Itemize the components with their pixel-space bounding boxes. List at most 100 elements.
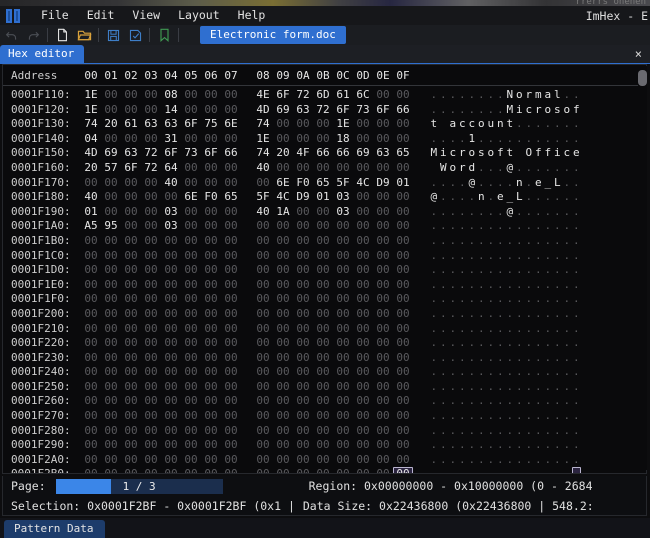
hex-byte-cell[interactable]: 00 [81,438,101,453]
hex-byte-cell[interactable]: 00 [121,380,141,395]
ascii-cell[interactable]: . [496,219,506,234]
row-bytes[interactable]: 40000000006EF0655F4CD90103000000 [81,190,413,205]
ascii-cell[interactable]: . [524,307,534,322]
ascii-cell[interactable]: . [496,292,506,307]
ascii-cell[interactable]: . [486,394,496,409]
ascii-cell[interactable]: . [562,351,572,366]
ascii-cell[interactable]: . [572,365,582,380]
hex-row[interactable]: 0001F260:0000000000000000000000000000000… [3,394,646,409]
hex-byte-cell[interactable]: 00 [273,132,293,147]
hex-byte-cell[interactable]: 00 [333,161,353,176]
hex-byte-cell[interactable]: 00 [373,394,393,409]
ascii-cell[interactable]: . [543,205,553,220]
ascii-cell[interactable]: . [477,394,487,409]
hex-byte-cell[interactable]: 00 [141,132,161,147]
row-bytes[interactable]: 00000000000000000000000000000000 [81,292,413,307]
ascii-cell[interactable]: . [486,219,496,234]
ascii-cell[interactable]: . [505,219,515,234]
hex-byte-cell[interactable]: 69 [101,146,121,161]
hex-byte-cell[interactable]: 00 [121,219,141,234]
hex-byte-cell[interactable]: 00 [141,351,161,366]
ascii-cell[interactable]: . [515,424,525,439]
hex-byte-cell[interactable]: 74 [253,117,273,132]
ascii-cell[interactable]: . [505,249,515,264]
ascii-cell[interactable]: . [458,336,468,351]
ascii-cell[interactable]: . [562,365,572,380]
ascii-cell[interactable]: . [429,322,439,337]
hex-byte-cell[interactable]: 4D [253,103,273,118]
ascii-cell[interactable]: . [553,351,563,366]
hex-byte-cell[interactable]: 00 [393,322,413,337]
hex-byte-cell[interactable]: 00 [293,453,313,468]
ascii-cell[interactable]: . [486,380,496,395]
ascii-cell[interactable]: M [429,146,439,161]
ascii-cell[interactable]: . [534,278,544,293]
ascii-cell[interactable]: . [477,234,487,249]
ascii-cell[interactable]: . [534,249,544,264]
ascii-cell[interactable]: . [448,424,458,439]
hex-byte-cell[interactable]: 00 [141,380,161,395]
ascii-cell[interactable]: . [429,307,439,322]
ascii-cell[interactable]: . [429,438,439,453]
hex-byte-cell[interactable]: 00 [253,234,273,249]
hex-byte-cell[interactable]: 00 [121,394,141,409]
hex-byte-cell[interactable]: 00 [161,278,181,293]
hex-byte-cell[interactable]: 00 [313,219,333,234]
ascii-cell[interactable]: . [496,424,506,439]
ascii-cell[interactable]: . [496,205,506,220]
ascii-cell[interactable]: . [448,103,458,118]
hex-byte-cell[interactable]: 6F [201,146,221,161]
ascii-cell[interactable]: . [496,365,506,380]
ascii-cell[interactable]: . [458,438,468,453]
ascii-cell[interactable]: i [553,146,563,161]
hex-byte-cell[interactable]: 00 [333,365,353,380]
hex-byte-cell[interactable]: 00 [221,278,241,293]
hex-byte-cell[interactable]: 4D [81,146,101,161]
ascii-cell[interactable]: . [429,249,439,264]
hex-byte-cell[interactable]: 00 [121,409,141,424]
ascii-cell[interactable]: . [439,278,449,293]
ascii-cell[interactable]: . [515,453,525,468]
ascii-cell[interactable]: . [467,351,477,366]
ascii-cell[interactable]: . [448,263,458,278]
hex-byte-cell[interactable]: 00 [101,365,121,380]
hex-byte-cell[interactable]: 00 [313,336,333,351]
ascii-cell[interactable]: . [429,234,439,249]
ascii-cell[interactable]: . [496,249,506,264]
ascii-cell[interactable]: M [505,103,515,118]
ascii-cell[interactable]: . [562,132,572,147]
ascii-cell[interactable]: . [439,394,449,409]
row-ascii[interactable]: ................ [429,219,581,234]
hex-byte-cell[interactable]: 00 [253,278,273,293]
hex-byte-cell[interactable]: 00 [393,336,413,351]
row-ascii[interactable]: ........@....... [429,205,581,220]
ascii-cell[interactable]: o [467,146,477,161]
hex-byte-cell[interactable]: 00 [121,438,141,453]
row-ascii[interactable]: ................ [429,380,581,395]
hex-byte-cell[interactable]: 00 [273,263,293,278]
hex-byte-cell[interactable]: 00 [393,219,413,234]
hex-byte-cell[interactable]: F0 [201,190,221,205]
ascii-cell[interactable]: . [477,263,487,278]
ascii-cell[interactable]: . [515,292,525,307]
hex-byte-cell[interactable]: 00 [201,394,221,409]
hex-byte-cell[interactable]: 00 [161,190,181,205]
ascii-cell[interactable]: . [562,336,572,351]
ascii-cell[interactable]: . [429,365,439,380]
ascii-cell[interactable]: . [458,351,468,366]
hex-byte-cell[interactable]: 00 [313,322,333,337]
ascii-cell[interactable]: . [543,453,553,468]
hex-byte-cell[interactable]: 00 [101,453,121,468]
ascii-cell[interactable]: . [543,219,553,234]
hex-byte-cell[interactable]: 00 [101,263,121,278]
hex-byte-cell[interactable]: 00 [81,409,101,424]
ascii-cell[interactable]: . [448,132,458,147]
ascii-cell[interactable]: . [515,438,525,453]
hex-byte-cell[interactable]: 00 [121,176,141,191]
hex-byte-cell[interactable]: 00 [273,234,293,249]
hex-byte-cell[interactable]: 00 [373,161,393,176]
hex-byte-cell[interactable]: 00 [273,278,293,293]
ascii-cell[interactable]: . [477,322,487,337]
ascii-cell[interactable]: . [477,103,487,118]
hex-byte-cell[interactable]: 00 [333,453,353,468]
